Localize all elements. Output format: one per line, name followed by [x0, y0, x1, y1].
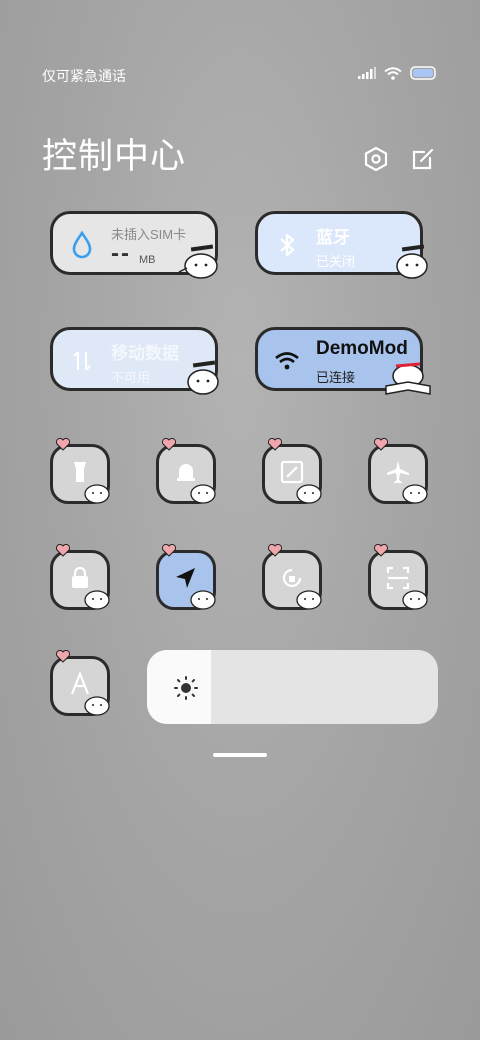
data-usage-unit: MB — [139, 254, 156, 266]
bluetooth-status: 已关闭 — [316, 254, 356, 269]
mobile-data-label: 移动数据 — [111, 344, 179, 363]
mobile-data-arrows-icon — [73, 351, 91, 371]
mascot-mini-icon — [84, 484, 110, 504]
mascot-mini-icon — [190, 484, 216, 504]
water-drop-icon — [72, 230, 92, 259]
mascot-mini-icon — [84, 590, 110, 610]
wifi-status: 已连接 — [316, 370, 356, 385]
battery-icon — [410, 66, 436, 80]
data-usage-value: -- — [111, 240, 131, 267]
wifi-icon — [275, 352, 299, 370]
heart-icon — [162, 544, 176, 557]
heart-icon — [162, 438, 176, 451]
wifi-status-icon — [384, 66, 402, 80]
heart-icon — [56, 438, 70, 451]
status-icons — [358, 66, 436, 80]
bluetooth-label: 蓝牙 — [316, 228, 350, 247]
sun-icon — [174, 676, 198, 700]
heart-icon — [268, 544, 282, 557]
heart-icon — [56, 650, 70, 663]
mascot-mini-icon — [84, 696, 110, 716]
carrier-status: 仅可紧急通话 — [42, 68, 126, 84]
edit-icon[interactable] — [410, 146, 436, 172]
heart-icon — [268, 438, 282, 451]
heart-icon — [374, 544, 388, 557]
page-title: 控制中心 — [42, 137, 187, 177]
mascot-graduate-icon — [187, 360, 219, 395]
mascot-mini-icon — [296, 590, 322, 610]
mobile-data-status: 不可用 — [111, 370, 151, 385]
heart-icon — [374, 438, 388, 451]
mascot-graduate-icon — [178, 244, 218, 279]
mascot-mini-icon — [296, 484, 322, 504]
drag-handle[interactable] — [213, 753, 267, 757]
bluetooth-icon — [280, 233, 295, 257]
brightness-slider[interactable] — [147, 650, 438, 724]
signal-icon — [358, 67, 376, 79]
mascot-mini-icon — [190, 590, 216, 610]
settings-hexagon-icon[interactable] — [363, 146, 389, 172]
mascot-reading-icon — [385, 362, 431, 395]
mascot-graduate-icon — [396, 244, 428, 279]
mascot-mini-icon — [402, 484, 428, 504]
heart-icon — [56, 544, 70, 557]
mascot-mini-icon — [402, 590, 428, 610]
